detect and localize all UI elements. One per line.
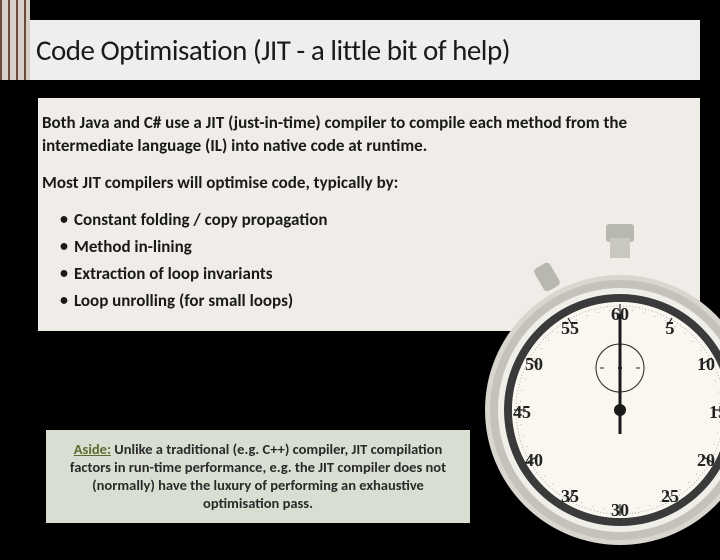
slide: Code Optimisation (JIT - a little bit of… [0, 0, 720, 540]
aside-box: Aside: Unlike a traditional (e.g. C++) c… [46, 430, 470, 523]
svg-text:40: 40 [525, 450, 543, 470]
left-accent-decoration [0, 0, 30, 80]
stopwatch-illustration: 60 5 10 15 20 25 30 35 40 45 50 55 [480, 220, 720, 560]
intro-paragraph: Both Java and C# use a JIT (just-in-time… [42, 112, 682, 158]
svg-text:15: 15 [709, 402, 720, 422]
lead-paragraph: Most JIT compilers will optimise code, t… [42, 172, 682, 195]
svg-text:35: 35 [561, 486, 579, 506]
slide-title: Code Optimisation (JIT - a little bit of… [36, 32, 510, 68]
title-main: Code Optimisation [36, 32, 247, 68]
aside-label: Aside: [74, 440, 111, 458]
title-bar: Code Optimisation (JIT - a little bit of… [30, 20, 700, 80]
aside-text: Unlike a traditional (e.g. C++) compiler… [70, 440, 446, 512]
svg-text:50: 50 [525, 354, 543, 374]
svg-text:20: 20 [697, 450, 715, 470]
svg-text:45: 45 [513, 402, 531, 422]
title-subtitle: (JIT - a little bit of help) [247, 32, 510, 68]
svg-text:25: 25 [661, 486, 679, 506]
